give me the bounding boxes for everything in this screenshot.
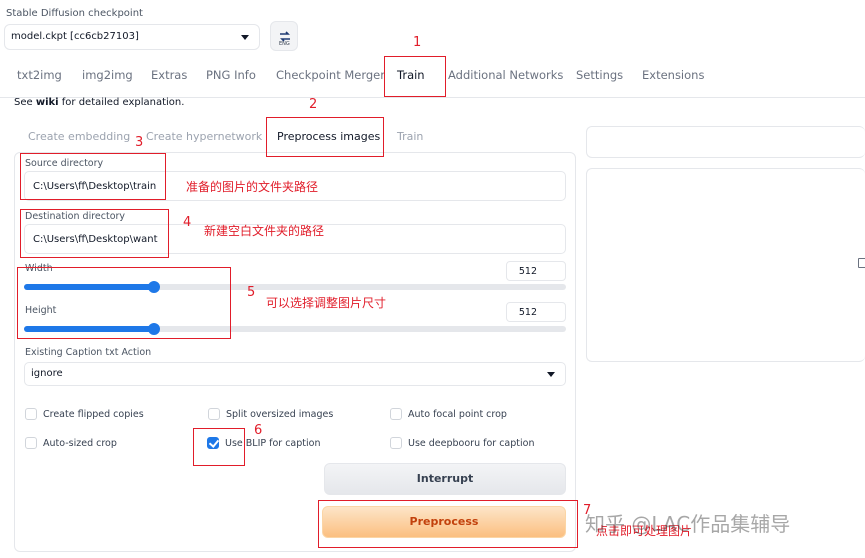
subtab-create-hypernetwork[interactable]: Create hypernetwork: [146, 130, 262, 143]
annotation-number-6: 6: [254, 423, 263, 438]
checkbox-auto-focal-point-crop[interactable]: Auto focal point crop: [390, 408, 507, 420]
tab-img2img[interactable]: img2img: [82, 68, 133, 82]
checkbox-create-flipped-copies[interactable]: Create flipped copies: [25, 408, 144, 420]
checkpoint-label: Stable Diffusion checkpoint: [6, 8, 143, 19]
annotation-number-3: 3: [135, 135, 144, 150]
tab-extras[interactable]: Extras: [151, 68, 187, 82]
annotation-box-7: [318, 500, 578, 548]
output-status-box: [586, 126, 865, 158]
annotation-number-5: 5: [247, 285, 256, 300]
width-number-input[interactable]: 512: [506, 261, 566, 281]
checkpoint-select[interactable]: model.ckpt [cc6cb27103]: [4, 24, 260, 50]
checkpoint-value: model.ckpt [cc6cb27103]: [11, 31, 139, 42]
subtab-train[interactable]: Train: [397, 130, 423, 143]
wiki-link[interactable]: wiki: [36, 97, 59, 108]
checkbox-box[interactable]: [390, 408, 402, 420]
tab-extensions[interactable]: Extensions: [642, 68, 704, 82]
tab-txt2img[interactable]: txt2img: [17, 68, 62, 82]
annotation-text-5: 可以选择调整图片尺寸: [266, 296, 387, 310]
wiki-note: See wiki for detailed explanation.: [14, 97, 185, 108]
checkbox-split-oversized-images[interactable]: Split oversized images: [208, 408, 333, 420]
image-icon: [858, 258, 865, 268]
tab-checkpoint-merger[interactable]: Checkpoint Merger: [276, 68, 385, 82]
chevron-down-icon: [241, 35, 249, 40]
tab-png-info[interactable]: PNG Info: [206, 68, 256, 82]
annotation-number-1: 1: [413, 35, 422, 50]
annotation-box-1: [384, 56, 446, 97]
subtab-create-embedding[interactable]: Create embedding: [28, 130, 130, 143]
output-preview-box: [586, 168, 865, 362]
chevron-down-icon: [547, 372, 555, 377]
checkbox-box[interactable]: [25, 408, 37, 420]
watermark: 知乎 @LAC作品集辅导: [585, 512, 791, 536]
annotation-text-3: 准备的图片的文件夹路径: [186, 180, 319, 194]
checkbox-use-deepbooru-for-caption[interactable]: Use deepbooru for caption: [390, 437, 534, 449]
annotation-number-2: 2: [309, 97, 318, 112]
checkbox-box[interactable]: [390, 437, 402, 449]
annotation-box-6: [193, 428, 245, 466]
annotation-text-4: 新建空白文件夹的路径: [204, 224, 325, 238]
refresh-button[interactable]: ENG: [270, 21, 298, 51]
refresh-caption: ENG: [279, 41, 290, 47]
interrupt-button[interactable]: Interrupt: [324, 463, 566, 495]
annotation-box-2: [266, 117, 384, 157]
caption-action-select[interactable]: ignore: [24, 362, 566, 386]
annotation-box-5: [17, 267, 231, 339]
height-number-input[interactable]: 512: [506, 302, 566, 322]
tab-additional-networks[interactable]: Additional Networks: [448, 68, 563, 82]
annotation-box-3: [20, 153, 166, 200]
checkbox-auto-sized-crop[interactable]: Auto-sized crop: [25, 437, 117, 449]
tab-settings[interactable]: Settings: [576, 68, 623, 82]
annotation-box-4: [20, 209, 169, 258]
checkbox-box[interactable]: [25, 437, 37, 449]
caption-action-label: Existing Caption txt Action: [25, 347, 152, 358]
annotation-number-4: 4: [183, 215, 192, 230]
checkbox-box[interactable]: [208, 408, 220, 420]
